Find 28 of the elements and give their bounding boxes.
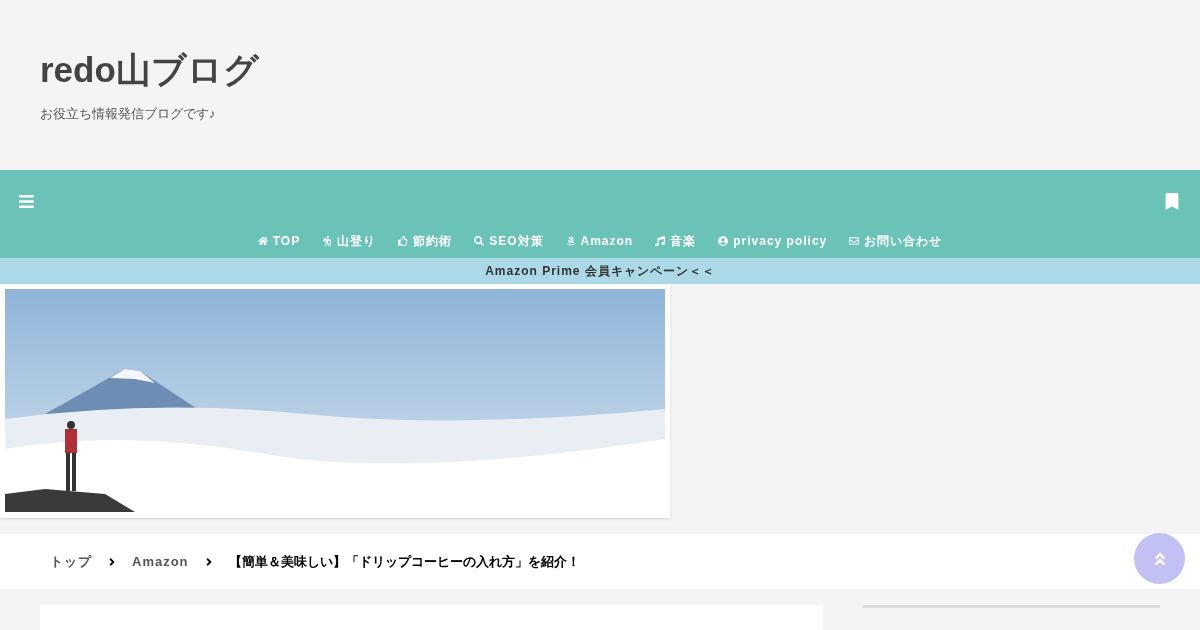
notice-bar[interactable]: Amazon Prime 会員キャンペーン＜＜: [0, 258, 1200, 284]
bookmark-icon[interactable]: [1165, 192, 1179, 210]
nav-link[interactable]: 音楽: [655, 232, 697, 250]
hiker-icon: [322, 236, 333, 246]
breadcrumb-link[interactable]: Amazon: [132, 551, 189, 572]
menu-icon[interactable]: [18, 192, 35, 210]
double-up-icon: [1152, 550, 1167, 567]
nav-link[interactable]: Amazon: [565, 232, 634, 250]
breadcrumb-link[interactable]: トップ: [50, 551, 92, 572]
chevron-icon: [108, 555, 116, 568]
nav-link[interactable]: お問い合わせ: [849, 232, 943, 250]
letter-a-icon: [565, 236, 576, 246]
nav-link[interactable]: 山登り: [322, 232, 377, 250]
envelope-icon: [849, 236, 860, 246]
breadcrumb-current: 【簡単＆美味しい】「ドリップコーヒーの入れ方」を紹介！: [228, 552, 580, 571]
nav-link[interactable]: privacy policy: [718, 232, 828, 250]
nav-link[interactable]: TOP: [257, 232, 301, 250]
user-icon: [718, 236, 729, 246]
nav-link[interactable]: 節約術: [398, 232, 453, 250]
site-tagline: お役立ち情報発信ブログです♪: [40, 105, 216, 123]
notice-text: Amazon Prime 会員キャンペーン＜＜: [485, 263, 715, 280]
chevron-icon: [204, 555, 213, 568]
home-icon: [257, 236, 268, 246]
music-note-icon: [655, 236, 666, 246]
search-icon: [474, 236, 485, 246]
site-title[interactable]: redo山ブログ: [40, 48, 259, 92]
thumbs-up-icon: [398, 236, 409, 246]
nav-link[interactable]: SEO対策: [474, 232, 544, 250]
